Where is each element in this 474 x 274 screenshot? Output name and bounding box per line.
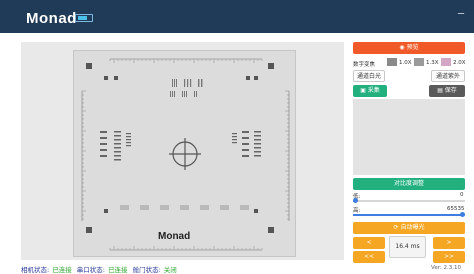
camera-view: Monad — [21, 42, 344, 260]
exposure-decrease-button[interactable]: < — [353, 237, 385, 249]
preview-label: 预览 — [406, 44, 419, 51]
capture-label: 采集 — [367, 87, 380, 94]
ruler-marks — [81, 58, 290, 251]
gain-swatch-1[interactable] — [387, 58, 397, 66]
exposure-increase-fast-button[interactable]: >> — [433, 251, 465, 263]
gain-3[interactable]: 2.0X — [453, 60, 466, 66]
exposure-value-display: 16.4 ms — [389, 236, 426, 258]
target-brand-text: Monad — [158, 231, 191, 242]
high-label: 高: — [353, 208, 361, 214]
exposure-increase-button[interactable]: > — [433, 237, 465, 249]
battery-icon — [75, 14, 93, 22]
high-slider-handle[interactable] — [460, 212, 465, 217]
camera-status-label: 相机状态: — [21, 266, 50, 274]
auto-exposure-button[interactable]: ⟳ 自动曝光 — [353, 222, 465, 234]
gain-swatch-2[interactable] — [414, 58, 424, 66]
capture-button[interactable]: ▣ 采集 — [353, 85, 387, 97]
save-label: 保存 — [444, 87, 457, 94]
exposure-decrease-fast-button[interactable]: << — [353, 251, 385, 263]
gain-swatch-3[interactable] — [441, 58, 451, 66]
door-status-value: 关闭 — [163, 266, 177, 274]
low-slider[interactable] — [353, 198, 465, 203]
contrast-adjust-button[interactable]: 对比度调整 — [353, 178, 465, 190]
gain-1[interactable]: 1.0X — [399, 60, 412, 66]
gain-2[interactable]: 1.3X — [426, 60, 439, 66]
histogram-area — [353, 99, 465, 175]
save-icon: ▤ — [437, 87, 445, 94]
status-bar: 相机状态: 已连接 串口状态: 已连接 舱门状态: 关闭 — [21, 264, 180, 274]
serial-status-value: 已连接 — [107, 266, 128, 274]
save-button[interactable]: ▤ 保存 — [429, 85, 465, 97]
preview-button[interactable]: ◉ 预览 — [353, 42, 465, 54]
serial-status-label: 串口状态: — [76, 266, 105, 274]
door-status-label: 舱门状态: — [132, 266, 161, 274]
high-slider[interactable] — [353, 212, 465, 217]
calibration-target: Monad — [73, 50, 296, 257]
title-bar: Monad ─ — [0, 0, 474, 33]
capture-icon: ▣ — [360, 87, 368, 94]
low-slider-handle[interactable] — [353, 198, 358, 203]
digital-gain-label: 数字变焦 — [353, 62, 376, 68]
auto-exposure-label: 自动曝光 — [400, 224, 425, 231]
uv-light-button[interactable]: 通道紫外 — [431, 70, 465, 82]
minimize-icon[interactable]: ─ — [454, 8, 468, 22]
camera-status-value: 已连接 — [52, 266, 72, 274]
low-value: 0 — [460, 192, 464, 198]
eye-icon: ◉ — [399, 44, 407, 51]
app-logo: Monad — [26, 10, 77, 27]
version-text: Ver: 2.3.10 — [431, 265, 461, 271]
white-light-button[interactable]: 通道白光 — [353, 70, 385, 82]
